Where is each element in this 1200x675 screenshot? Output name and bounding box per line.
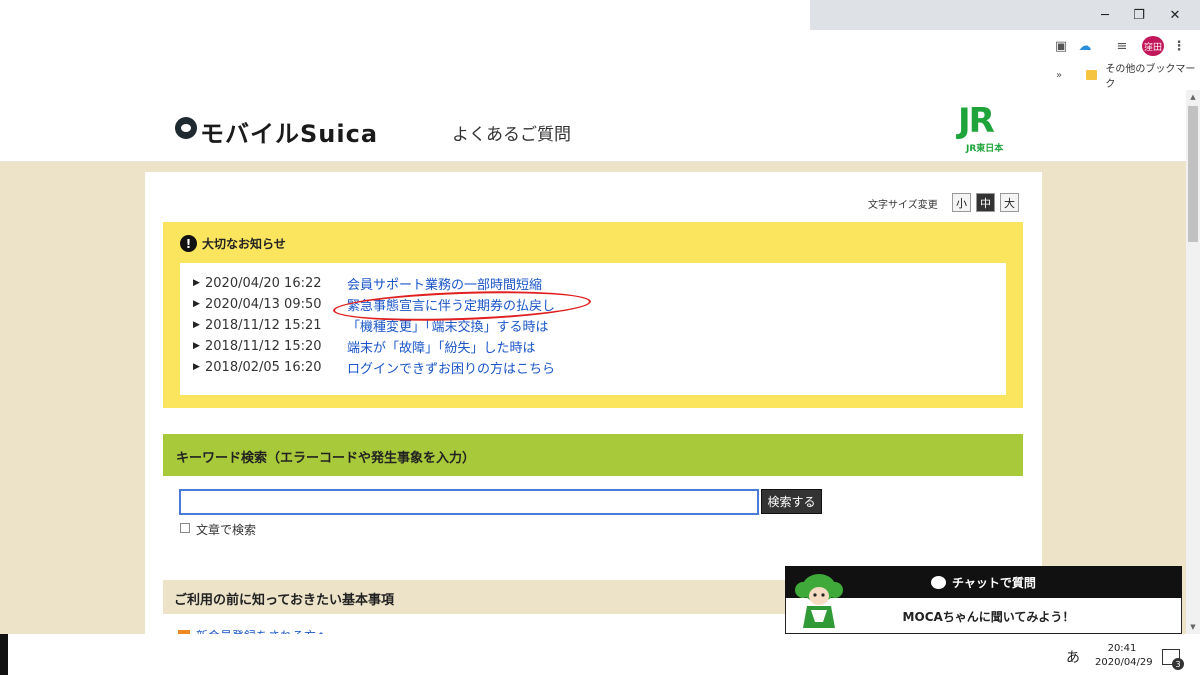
- chat-prompt[interactable]: MOCAちゃんに聞いてみよう！: [786, 598, 1181, 634]
- taskbar: [0, 634, 1200, 675]
- profile-avatar[interactable]: 窪田: [1142, 36, 1164, 56]
- chat-header-label: チャットで質問: [952, 575, 1036, 590]
- fulltext-search-label[interactable]: 文章で検索: [196, 521, 256, 538]
- taskbar-clock[interactable]: 20:41 2020/04/29: [1095, 642, 1153, 670]
- notice-link[interactable]: 端末が「故障」「紛失」した時は: [347, 337, 536, 356]
- jr-east-label: JR東日本: [966, 144, 1004, 154]
- exclamation-icon: !: [180, 235, 197, 252]
- page-title: よくあるご質問: [452, 125, 571, 145]
- notice-link[interactable]: ログインできずお困りの方はこちら: [347, 358, 555, 377]
- ime-indicator[interactable]: あ: [1066, 647, 1080, 667]
- keyword-search-title: キーワード検索（エラーコードや発生事象を入力）: [176, 451, 476, 466]
- bullet-triangle-icon: ▶: [193, 299, 200, 309]
- extension-icon[interactable]: ▣: [1054, 36, 1068, 56]
- jr-logo[interactable]: JR: [958, 103, 1024, 139]
- cloud-icon[interactable]: ☁: [1076, 36, 1094, 56]
- close-button[interactable]: ✕: [1152, 0, 1198, 30]
- media-control-icon[interactable]: ≡: [1113, 36, 1131, 56]
- address-area-blank: [0, 30, 1060, 90]
- mobile-suica-logo[interactable]: モバイルSuica: [200, 114, 378, 149]
- other-bookmarks-link[interactable]: その他のブックマーク: [1105, 60, 1200, 90]
- notice-link[interactable]: 会員サポート業務の一部時間短縮: [347, 274, 542, 293]
- more-bookmarks-icon[interactable]: »: [1056, 70, 1062, 81]
- chat-bubble-icon: [931, 575, 947, 589]
- notification-count-badge: 3: [1172, 658, 1184, 670]
- fulltext-search-checkbox[interactable]: [180, 523, 190, 533]
- list-item: ▶ 2020/04/20 16:22 会員サポート業務の一部時間短縮: [193, 273, 542, 293]
- font-size-large-button[interactable]: 大: [1000, 193, 1019, 212]
- scroll-down-arrow-icon[interactable]: ▼: [1186, 620, 1200, 634]
- bullet-triangle-icon: ▶: [193, 320, 200, 330]
- menu-icon[interactable]: ⋮: [1172, 36, 1186, 56]
- moca-mascot-icon: [795, 574, 843, 628]
- clock-date: 2020/04/29: [1095, 657, 1153, 668]
- clock-time: 20:41: [1107, 643, 1137, 654]
- bookmark-bar: » その他のブックマーク: [1056, 60, 1200, 90]
- list-item: ▶ 2018/11/12 15:20 端末が「故障」「紛失」した時は: [193, 336, 536, 356]
- notice-date: 2018/02/05 16:20: [205, 359, 322, 375]
- notice-date: 2020/04/13 09:50: [205, 296, 322, 312]
- bullet-triangle-icon: ▶: [193, 362, 200, 372]
- font-size-medium-button[interactable]: 中: [976, 193, 995, 212]
- bullet-triangle-icon: ▶: [193, 278, 200, 288]
- font-size-label: 文字サイズ変更: [868, 200, 938, 211]
- notice-date: 2020/04/20 16:22: [205, 275, 322, 291]
- list-item: ▶ 2018/02/05 16:20 ログインできずお困りの方はこちら: [193, 357, 555, 377]
- keyword-search-input[interactable]: [179, 489, 759, 515]
- scrollbar-thumb[interactable]: [1188, 106, 1198, 242]
- scroll-up-arrow-icon[interactable]: ▲: [1186, 90, 1200, 104]
- taskbar-edge: [0, 634, 8, 675]
- basic-info-title: ご利用の前に知っておきたい基本事項: [174, 593, 394, 608]
- folder-icon: [1086, 70, 1098, 80]
- tab-strip-blank: [0, 0, 810, 30]
- notice-title: 大切なお知らせ: [202, 237, 286, 251]
- font-size-small-button[interactable]: 小: [952, 193, 971, 212]
- search-button[interactable]: 検索する: [761, 489, 822, 514]
- notice-date: 2018/11/12 15:20: [205, 338, 322, 354]
- suica-penguin-icon: [175, 117, 197, 139]
- notice-date: 2018/11/12 15:21: [205, 317, 322, 333]
- bullet-triangle-icon: ▶: [193, 341, 200, 351]
